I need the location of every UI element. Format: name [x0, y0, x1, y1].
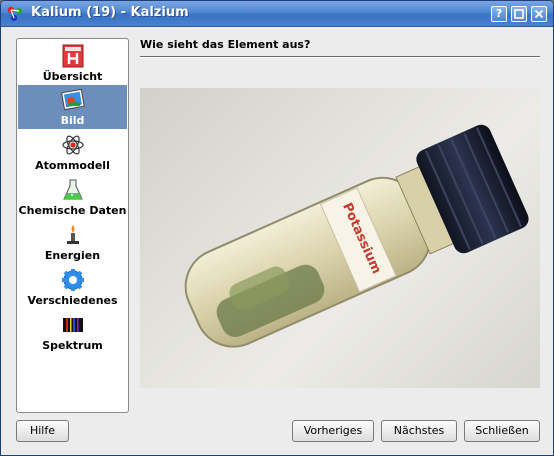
overview-icon — [62, 44, 84, 68]
previous-button[interactable]: Vorheriges — [292, 420, 374, 442]
potassium-vial-image: Potassium — [184, 124, 529, 348]
close-button[interactable]: Schließen — [464, 420, 540, 442]
title-bar[interactable]: Kalium (19) - Kalzium ? — [1, 1, 553, 27]
sidebar-item-label: Bild — [60, 114, 85, 127]
maximize-button[interactable] — [511, 6, 527, 22]
sidebar-item-label: Chemische Daten — [18, 204, 127, 217]
sidebar-item-label: Energien — [44, 249, 101, 262]
atom-model-icon — [62, 135, 84, 155]
gear-icon — [62, 269, 84, 291]
next-button[interactable]: Nächstes — [381, 420, 457, 442]
heading-divider — [140, 56, 540, 58]
sidebar-item-label: Übersicht — [42, 70, 103, 83]
window-title: Kalium (19) - Kalzium — [31, 5, 189, 20]
picture-icon — [61, 88, 85, 111]
sidebar-item-label: Atommodell — [35, 159, 110, 172]
sidebar-item-overview[interactable]: Übersicht — [18, 41, 127, 85]
sidebar-item-atom-model[interactable]: Atommodell — [18, 130, 127, 174]
sidebar-item-misc[interactable]: Verschiedenes — [18, 265, 127, 309]
kalzium-app-icon[interactable] — [6, 5, 24, 23]
navigation-sidebar: Übersicht Bild Atommodell Chemische Date… — [16, 38, 129, 413]
flask-icon — [63, 179, 83, 200]
close-icon — [534, 9, 544, 19]
page-title: Wie sieht das Element aus? — [140, 38, 311, 51]
sidebar-item-label: Verschiedenes — [27, 294, 118, 307]
sidebar-item-energies[interactable]: Energien — [18, 220, 127, 264]
help-title-button[interactable]: ? — [491, 6, 507, 22]
spectrum-icon — [63, 318, 83, 332]
element-photo: Potassium — [140, 88, 540, 388]
maximize-icon — [514, 9, 524, 19]
main-window: Kalium (19) - Kalzium ? Übersicht Bild A… — [0, 0, 554, 456]
burner-icon — [67, 225, 79, 244]
sidebar-item-spectrum[interactable]: Spektrum — [18, 310, 127, 354]
close-window-button[interactable] — [531, 6, 547, 22]
help-button[interactable]: Hilfe — [16, 420, 69, 442]
sidebar-item-chemical-data[interactable]: Chemische Daten — [18, 175, 127, 219]
sidebar-item-picture[interactable]: Bild — [18, 85, 127, 129]
sidebar-item-label: Spektrum — [42, 339, 103, 352]
